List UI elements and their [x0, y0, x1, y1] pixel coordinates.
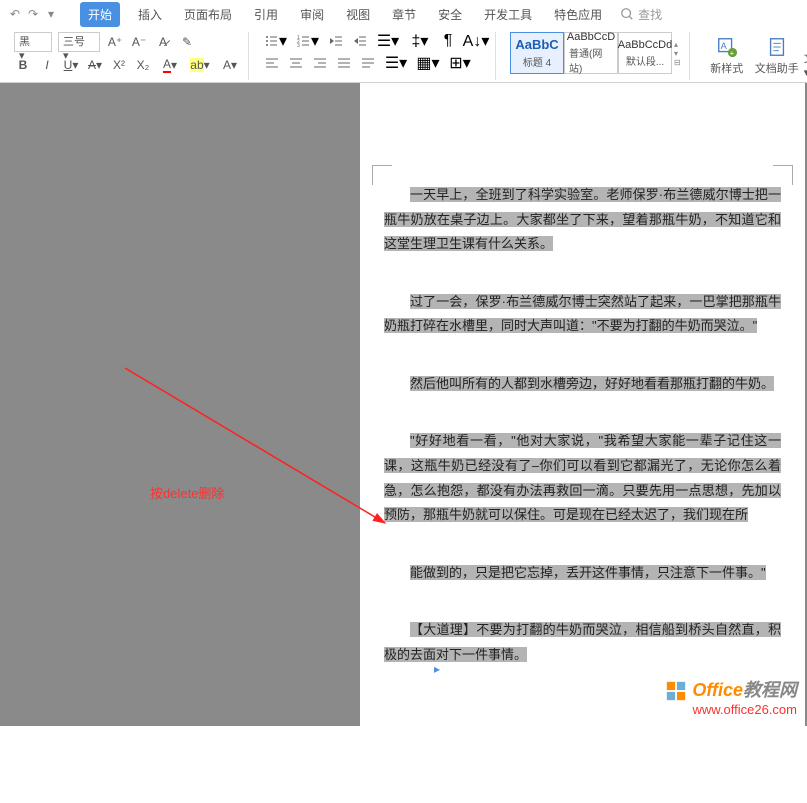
svg-text:A: A	[720, 41, 727, 51]
decrease-indent-button[interactable]	[327, 32, 345, 50]
italic-button[interactable]: I	[38, 56, 56, 74]
doc-helper-icon	[766, 36, 788, 58]
annotation-arrow	[120, 363, 400, 533]
align-right-button[interactable]	[311, 54, 329, 72]
style-default-para[interactable]: AaBbCcDd 默认段...	[618, 32, 672, 74]
borders-button[interactable]: ⊞▾	[447, 54, 473, 72]
watermark: Office教程网 www.office26.com	[665, 676, 797, 717]
shading-button[interactable]: ▦▾	[415, 54, 441, 72]
undo-icon[interactable]: ↶	[8, 7, 22, 21]
qat-dropdown[interactable]: ▾	[44, 7, 58, 21]
numbering-button[interactable]: 123▾	[295, 32, 321, 50]
tab-view[interactable]: 视图	[342, 2, 374, 27]
margin-corner-tl	[372, 165, 392, 185]
doc-paragraph[interactable]: 一天早上，全班到了科学实验室。老师保罗·布兰德威尔博士把一瓶牛奶放在桌子边上。大…	[384, 187, 781, 251]
styles-scroll-down[interactable]: ▾	[674, 49, 681, 58]
line-spacing-button[interactable]: ‡▾	[407, 32, 433, 50]
style-normal-web[interactable]: AaBbCcD 普通(网站)	[564, 32, 618, 74]
doc-helper-button[interactable]: 文档助手	[754, 33, 800, 79]
distribute-button[interactable]	[359, 54, 377, 72]
svg-text:3: 3	[297, 43, 300, 48]
doc-paragraph[interactable]: 然后他叫所有的人都到水槽旁边，好好地看看那瓶打翻的牛奶。	[410, 376, 774, 391]
highlight-button[interactable]: ab▾	[188, 56, 212, 74]
font-color-button[interactable]: A▾	[158, 56, 182, 74]
show-marks-button[interactable]: ¶	[439, 32, 457, 50]
tab-chapter[interactable]: 章节	[388, 2, 420, 27]
font-size-select[interactable]: 三号 ▾	[58, 32, 100, 52]
svg-text:+: +	[729, 48, 733, 57]
align-center-button[interactable]	[287, 54, 305, 72]
tab-security[interactable]: 安全	[434, 2, 466, 27]
tab-insert[interactable]: 插入	[134, 2, 166, 27]
search-icon	[620, 7, 634, 21]
search-placeholder: 查找	[638, 6, 662, 23]
tab-developer[interactable]: 开发工具	[480, 2, 536, 27]
bullets-button[interactable]: ▾	[263, 32, 289, 50]
tab-start[interactable]: 开始	[80, 2, 120, 27]
clear-format-button[interactable]: A̷	[154, 33, 172, 51]
tab-references[interactable]: 引用	[250, 2, 282, 27]
superscript-button[interactable]: X²	[110, 56, 128, 74]
tab-layout[interactable]: 页面布局	[180, 2, 236, 27]
tab-special[interactable]: 特色应用	[550, 2, 606, 27]
doc-paragraph[interactable]: "好好地看一看，"他对大家说，"我希望大家能一辈子记住这一课，这瓶牛奶已经没有了…	[384, 433, 781, 522]
align-justify-button[interactable]	[335, 54, 353, 72]
doc-paragraph[interactable]: 能做到的，只是把它忘掉，丢开这件事情，只注意下一件事。"	[410, 565, 766, 580]
text-direction-button[interactable]: ☰▾	[375, 32, 401, 50]
increase-indent-button[interactable]	[351, 32, 369, 50]
new-style-button[interactable]: A+ 新样式	[704, 33, 750, 79]
subscript-button[interactable]: X₂	[134, 56, 152, 74]
redo-icon[interactable]: ↷	[26, 7, 40, 21]
strike-button[interactable]: A▾	[86, 56, 104, 74]
margin-corner-tr	[773, 165, 793, 185]
doc-paragraph[interactable]: 过了一会，保罗·布兰德威尔博士突然站了起来，一巴掌把那瓶牛奶瓶打碎在水槽里，同时…	[384, 294, 781, 334]
char-shading-button[interactable]: A▾	[218, 56, 242, 74]
styles-scroll-up[interactable]: ▴	[674, 40, 681, 49]
search-input[interactable]: 查找	[620, 6, 662, 23]
watermark-logo-icon	[665, 680, 687, 702]
format-painter-button[interactable]: ✎	[178, 33, 196, 51]
new-style-icon: A+	[716, 36, 738, 58]
align-left-button[interactable]	[263, 54, 281, 72]
font-family-select[interactable]: 黑 ▾	[14, 32, 52, 52]
style-heading4[interactable]: AaBbC 标题 4	[510, 32, 564, 74]
styles-expand[interactable]: ⊟	[674, 58, 681, 67]
increase-font-button[interactable]: A⁺	[106, 33, 124, 51]
page-indicator-icon: ▸	[434, 662, 448, 676]
doc-paragraph[interactable]: 【大道理】不要为打翻的牛奶而哭泣，相信船到桥头自然直，积极的去面对下一件事情。	[384, 622, 781, 662]
sort-button[interactable]: A↓▾	[463, 32, 489, 50]
annotation-text: 按delete删除	[150, 483, 224, 502]
tab-review[interactable]: 审阅	[296, 2, 328, 27]
decrease-font-button[interactable]: A⁻	[130, 33, 148, 51]
paragraph-spacing-button[interactable]: ☰▾	[383, 54, 409, 72]
